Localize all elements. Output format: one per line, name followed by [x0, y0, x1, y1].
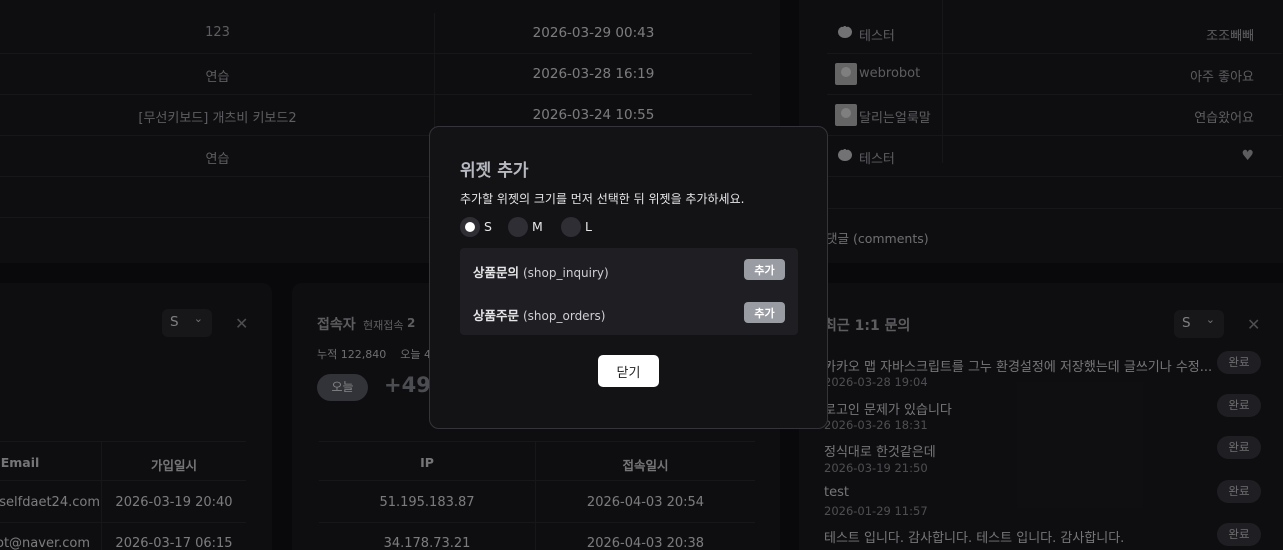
size-option-label: M [532, 219, 543, 234]
add-widget-dialog: 위젯 추가 추가할 위젯의 크기를 먼저 선택한 뒤 위젯을 추가하세요. S … [429, 126, 828, 429]
add-shop-orders-button[interactable]: 추가 [744, 302, 785, 323]
widget-item-shop-orders: 상품주문 (shop_orders) [473, 305, 605, 324]
radio-button[interactable] [460, 217, 480, 237]
widget-item-shop-inquiry: 상품문의 (shop_inquiry) [473, 262, 609, 281]
widget-list: 상품문의 (shop_inquiry) 추가 상품주문 (shop_orders… [460, 248, 798, 335]
dialog-description: 추가할 위젯의 크기를 먼저 선택한 뒤 위젯을 추가하세요. [460, 192, 745, 206]
add-shop-inquiry-button[interactable]: 추가 [744, 259, 785, 280]
widget-name: 상품주문 [473, 308, 520, 323]
dialog-title: 위젯 추가 [460, 161, 529, 181]
widget-code: (shop_orders) [523, 309, 606, 323]
widget-code: (shop_inquiry) [523, 266, 609, 280]
close-button[interactable]: 닫기 [598, 355, 659, 387]
widget-name: 상품문의 [473, 265, 520, 280]
radio-button[interactable] [561, 217, 581, 237]
size-option-label: S [484, 219, 492, 234]
radio-button[interactable] [508, 217, 528, 237]
size-option-label: L [585, 219, 592, 234]
